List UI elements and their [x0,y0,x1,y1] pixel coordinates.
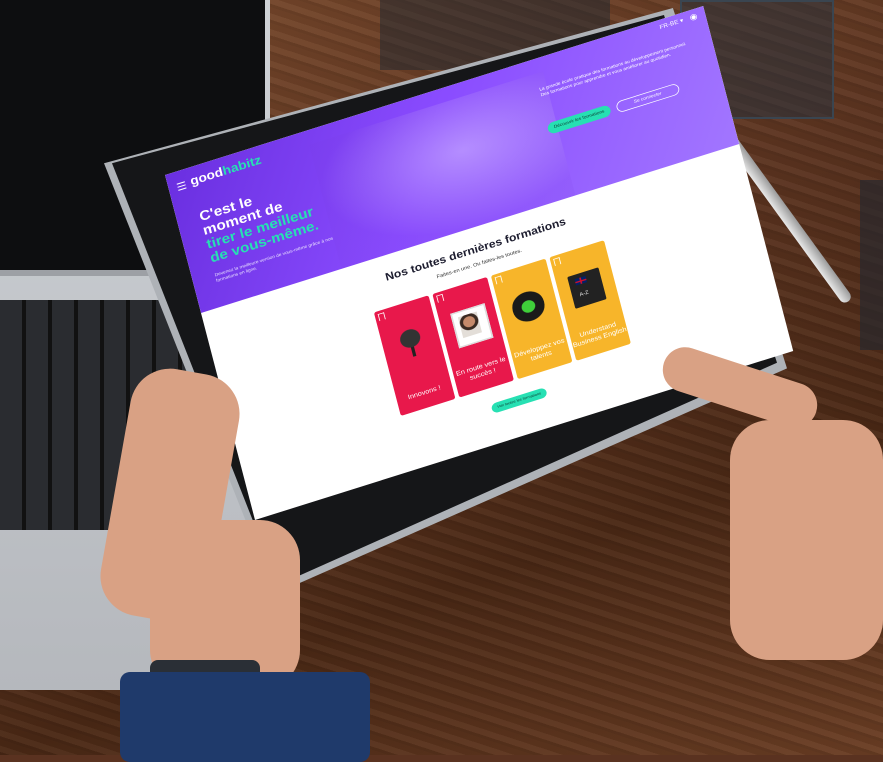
login-button[interactable]: Se connecter [615,82,681,114]
hero-banner: ☰ goodhabitz FR-BE ▾ ◉ C'est le moment d… [165,5,740,313]
bookmark-icon [494,275,503,285]
shirt-sleeve [120,672,370,762]
hero-title: C'est le moment de tirer le meilleur de … [197,193,321,267]
bookmark-icon [436,293,445,303]
tablet: ☰ goodhabitz FR-BE ▾ ◉ C'est le moment d… [0,0,883,762]
discover-button[interactable]: Découvrir les formations [546,104,612,135]
book-icon: A-Z [567,267,607,309]
language-selector[interactable]: FR-BE ▾ [659,17,684,31]
bookmark-icon [377,312,386,322]
uk-flag-icon [574,275,588,286]
all-courses-button[interactable]: Voir toutes les formations [490,387,548,414]
right-hand [730,420,883,660]
microphone-icon [391,322,432,364]
bookmark-icon [553,257,562,267]
plant-icon [508,285,549,328]
portrait-icon [450,303,494,349]
user-icon[interactable]: ◉ [689,11,699,23]
hamburger-icon[interactable]: ☰ [175,179,188,194]
site-logo[interactable]: goodhabitz [189,153,263,189]
web-page: ☰ goodhabitz FR-BE ▾ ◉ C'est le moment d… [165,5,794,520]
